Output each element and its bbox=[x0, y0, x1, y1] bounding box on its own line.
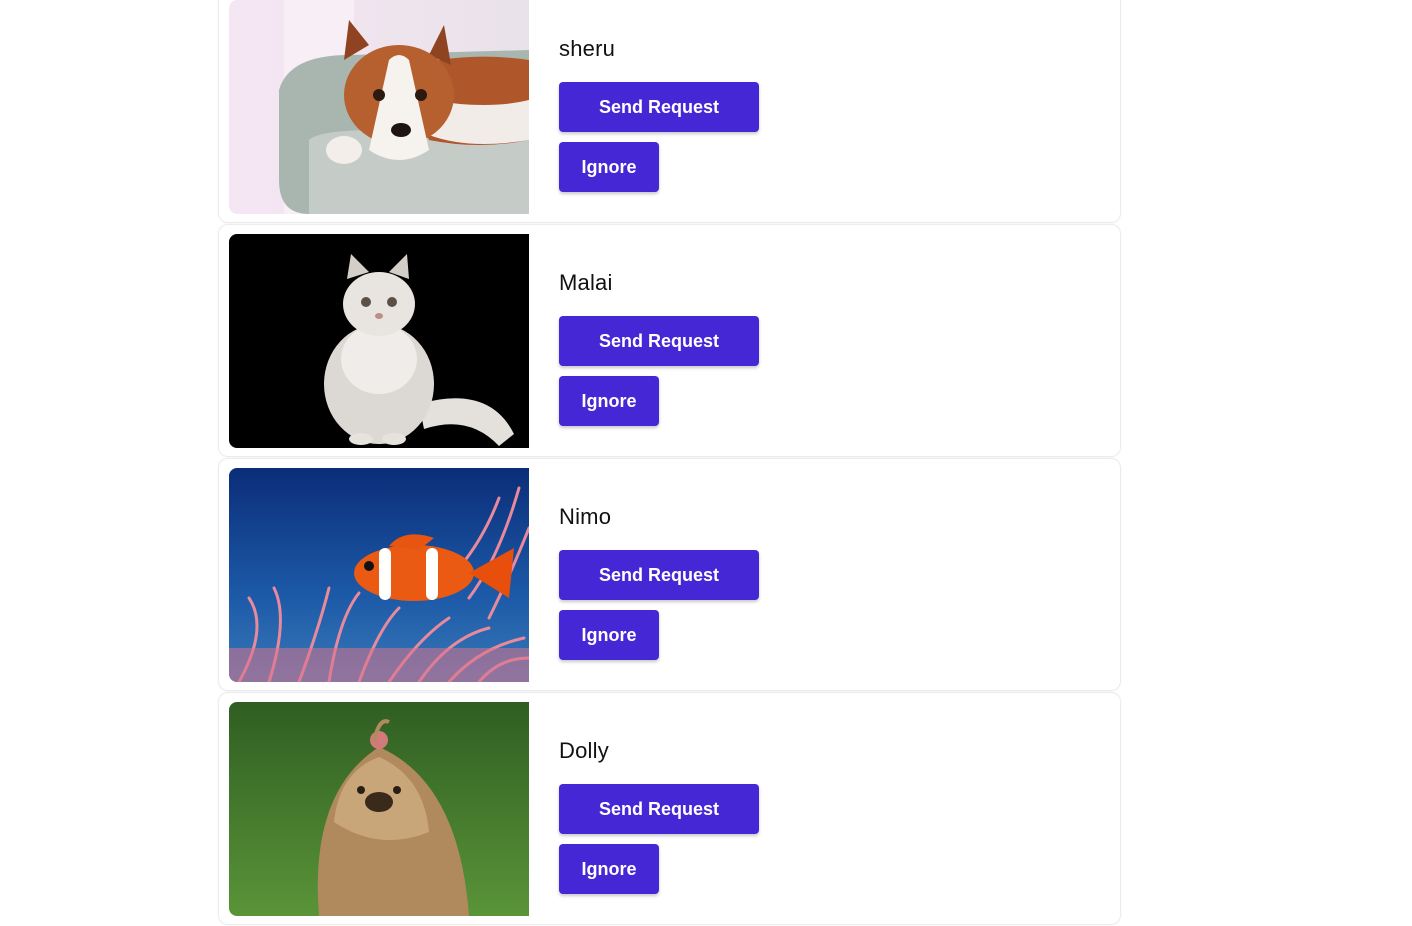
ignore-button[interactable]: Ignore bbox=[559, 376, 659, 426]
send-request-button[interactable]: Send Request bbox=[559, 550, 759, 600]
pet-card-dolly: Dolly Send Request Ignore bbox=[218, 692, 1121, 925]
clownfish-image-icon bbox=[229, 468, 529, 682]
pet-card-nimo: Nimo Send Request Ignore bbox=[218, 458, 1121, 691]
pet-name: Malai bbox=[559, 270, 613, 295]
ignore-button[interactable]: Ignore bbox=[559, 844, 659, 894]
ignore-button[interactable]: Ignore bbox=[559, 610, 659, 660]
dog-photo bbox=[229, 0, 529, 214]
clownfish-photo bbox=[229, 468, 529, 682]
send-request-button[interactable]: Send Request bbox=[559, 82, 759, 132]
pet-feed: sheru Send Request Ignore Malai Send Req… bbox=[218, 0, 1121, 926]
send-request-button[interactable]: Send Request bbox=[559, 316, 759, 366]
pet-name: sheru bbox=[559, 36, 616, 61]
cat-photo bbox=[229, 234, 529, 448]
dog-image-icon bbox=[229, 0, 529, 214]
pet-card-malai: Malai Send Request Ignore bbox=[218, 224, 1121, 457]
pet-card-sheru: sheru Send Request Ignore bbox=[218, 0, 1121, 223]
shih-tzu-photo bbox=[229, 702, 529, 916]
ignore-button[interactable]: Ignore bbox=[559, 142, 659, 192]
send-request-button[interactable]: Send Request bbox=[559, 784, 759, 834]
shih-tzu-image-icon bbox=[229, 702, 529, 916]
cat-image-icon bbox=[229, 234, 529, 448]
pet-name: Dolly bbox=[559, 738, 609, 763]
pet-name: Nimo bbox=[559, 504, 612, 529]
